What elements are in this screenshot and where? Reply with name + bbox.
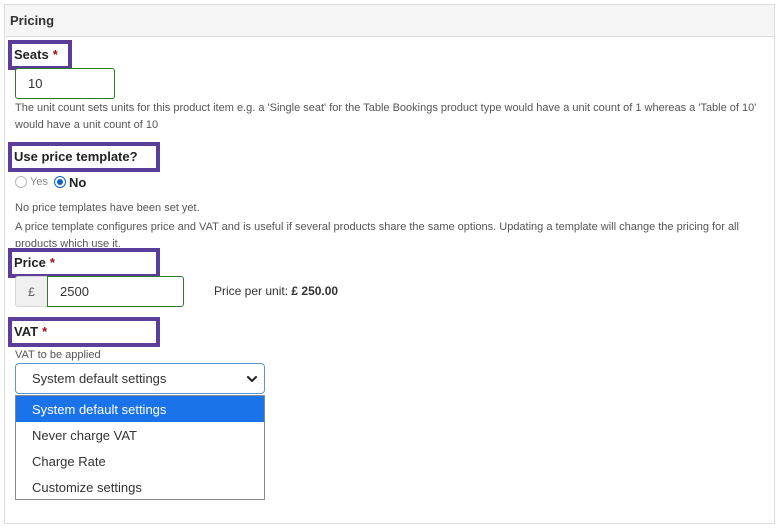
required-marker: * [49,255,55,270]
price-per-unit: Price per unit: £ 250.00 [214,284,339,298]
no-templates-note: No price templates have been set yet. [15,202,200,214]
vat-select[interactable]: System default settings [15,363,265,394]
vat-option-system-default[interactable]: System default settings [16,396,264,422]
vat-dropdown-list: System default settings Never charge VAT… [15,395,265,500]
vat-option-charge-rate[interactable]: Charge Rate [16,448,264,474]
seats-input[interactable]: 10 [15,68,115,99]
price-per-unit-value: £ 250.00 [291,284,339,298]
radio-no[interactable] [53,176,66,188]
required-marker: * [52,47,58,62]
panel-header: Pricing [5,5,774,37]
chevron-down-icon [247,376,257,382]
radio-yes[interactable] [15,176,27,188]
panel-title: Pricing [10,13,55,28]
price-template-label: Use price template? [8,142,160,172]
seats-label: Seats * [8,40,72,70]
seats-help-text: The unit count sets units for this produ… [15,102,757,131]
vat-option-never-charge[interactable]: Never charge VAT [16,422,264,448]
required-marker: * [42,324,48,339]
radio-yes-label[interactable]: Yes [30,176,48,188]
vat-label: VAT * [8,317,160,347]
price-input[interactable]: 2500 [47,276,184,307]
currency-addon: £ [15,276,47,307]
vat-option-customize[interactable]: Customize settings [16,474,264,500]
radio-no-label[interactable]: No [69,175,86,190]
price-template-help-text: A price template configures price and VA… [15,221,739,247]
price-template-radio-group: Yes No [15,173,86,191]
vat-help-text: VAT to be applied [15,349,101,361]
price-label: Price * [8,248,160,278]
